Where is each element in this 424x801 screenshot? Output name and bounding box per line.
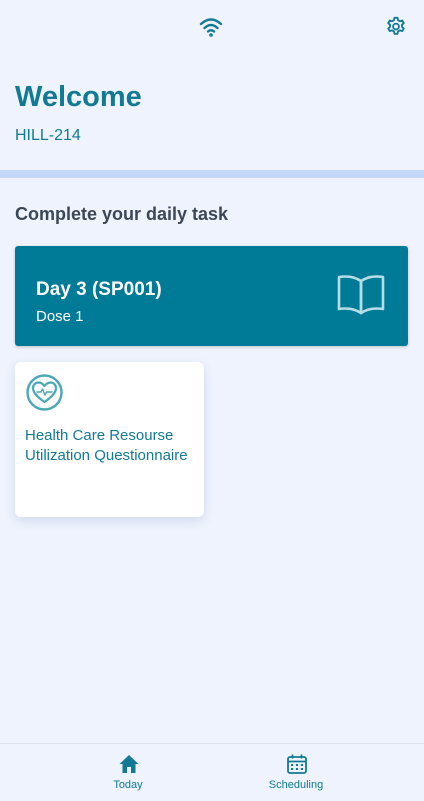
wifi-icon bbox=[199, 18, 223, 37]
bottom-nav: Today Scheduling bbox=[0, 743, 424, 801]
home-icon bbox=[119, 755, 139, 773]
day-card[interactable]: Day 3 (SP001) Dose 1 bbox=[15, 246, 408, 346]
subject-id: HILL-214 bbox=[15, 127, 81, 144]
gear-icon[interactable] bbox=[385, 16, 407, 38]
nav-item-label: Today bbox=[113, 779, 143, 791]
day-card-title: Day 3 (SP001) bbox=[36, 279, 162, 300]
nav-item-label: Scheduling bbox=[268, 779, 324, 791]
nav-item-today[interactable]: Today bbox=[68, 744, 188, 801]
section-divider bbox=[0, 170, 424, 178]
section-heading: Complete your daily task bbox=[15, 204, 229, 224]
top-bar bbox=[0, 0, 424, 60]
nav-item-scheduling[interactable]: Scheduling bbox=[236, 744, 356, 801]
book-icon bbox=[337, 275, 385, 315]
task-card-label: Health Care Resourse Utilization Questio… bbox=[25, 427, 188, 464]
heart-pulse-icon bbox=[26, 374, 63, 411]
day-card-dose: Dose 1 bbox=[36, 308, 84, 325]
task-card-health-care-questionnaire[interactable]: Health Care Resourse Utilization Questio… bbox=[15, 362, 204, 517]
calendar-icon bbox=[287, 754, 307, 774]
page-title: Welcome bbox=[15, 81, 142, 113]
